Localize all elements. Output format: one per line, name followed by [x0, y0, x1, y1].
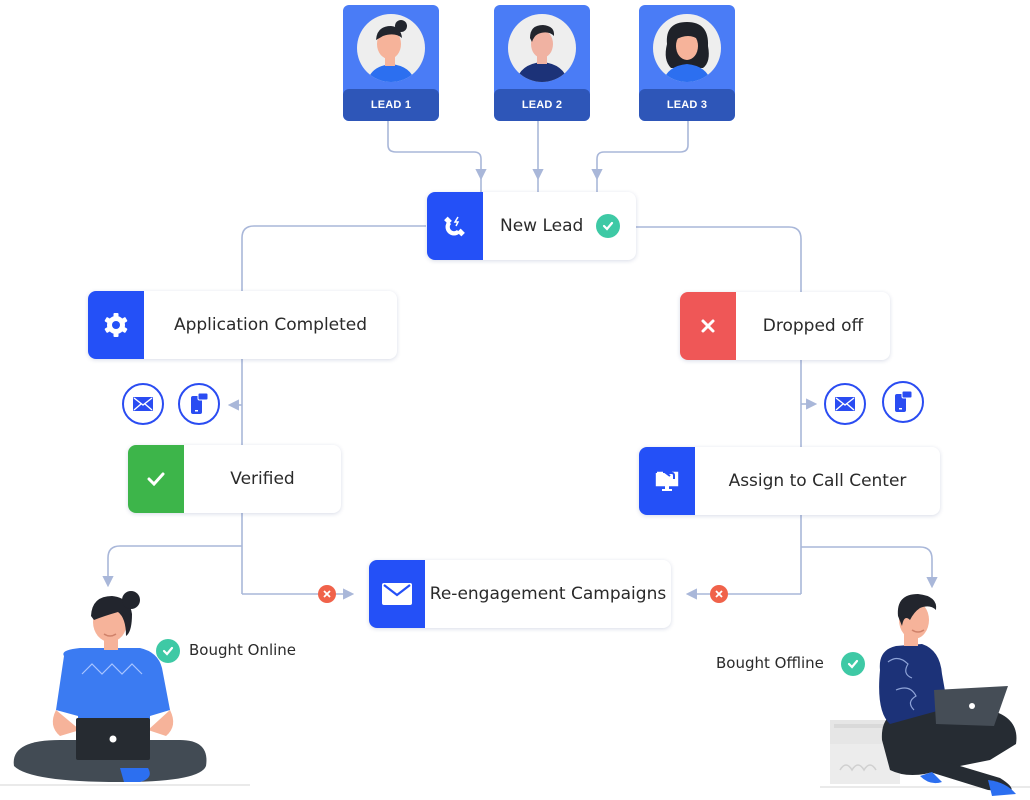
node-dropped-off[interactable]: Dropped off: [680, 292, 890, 360]
connector-to-offline: [801, 546, 938, 589]
connector-newlead-left: [241, 225, 426, 291]
lead-label: LEAD 2: [494, 89, 590, 121]
man-avatar: [508, 14, 576, 82]
node-label: Dropped off: [762, 316, 864, 336]
lead-card-3[interactable]: LEAD 3: [639, 5, 735, 121]
node-new-lead[interactable]: New Lead: [427, 192, 636, 260]
connector-lead1: [387, 121, 487, 181]
node-label: New Lead: [500, 216, 584, 236]
lead-card-1[interactable]: LEAD 1: [343, 5, 439, 121]
email-icon[interactable]: [122, 383, 164, 425]
node-label: Verified: [230, 469, 295, 489]
node-label: Re-engagement Campaigns: [429, 584, 667, 604]
node-label: Application Completed: [173, 315, 368, 335]
node-reengagement-campaigns[interactable]: Re-engagement Campaigns: [369, 560, 671, 628]
rejected-x-icon: [710, 585, 728, 603]
email-icon[interactable]: [824, 383, 866, 425]
gear-icon: [88, 291, 144, 359]
check-icon: [128, 445, 184, 513]
node-assign-call-center[interactable]: Assign to Call Center: [639, 447, 940, 515]
lead-card-2[interactable]: LEAD 2: [494, 5, 590, 121]
monitor-transfer-icon: [639, 447, 695, 515]
envelope-icon: [369, 560, 425, 628]
x-icon: [680, 292, 736, 360]
lead-label: LEAD 3: [639, 89, 735, 121]
man-with-laptop-illustration: [830, 594, 1017, 796]
mobile-message-icon[interactable]: [882, 381, 924, 423]
woman-with-bun-avatar: [357, 14, 425, 82]
lead-label: LEAD 1: [343, 89, 439, 121]
node-label: Assign to Call Center: [728, 471, 907, 491]
woman-curly-hair-avatar: [653, 14, 721, 82]
node-application-completed[interactable]: Application Completed: [88, 291, 397, 359]
connector-lead3: [591, 121, 689, 181]
magnet-icon: [427, 192, 483, 260]
rejected-x-icon: [318, 585, 336, 603]
success-check-icon: [596, 214, 620, 238]
connector-to-online: [102, 545, 242, 588]
connector-newlead-right: [636, 226, 802, 292]
mobile-message-icon[interactable]: [178, 383, 220, 425]
outcome-bought-offline: Bought Offline: [716, 654, 824, 672]
node-verified[interactable]: Verified: [128, 445, 341, 513]
woman-with-laptop-illustration: [13, 591, 207, 782]
